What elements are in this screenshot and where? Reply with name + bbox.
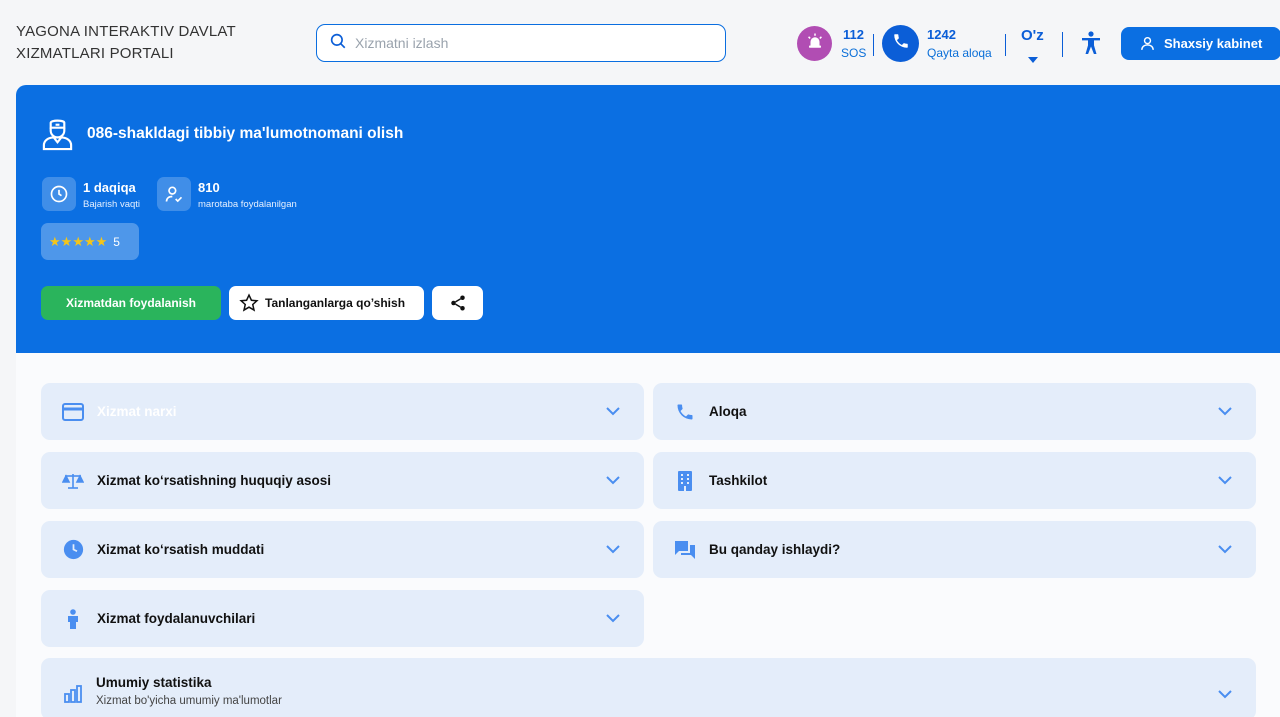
portal-logo[interactable]: YAGONA INTERAKTIV DAVLAT XIZMATLARI PORT… bbox=[16, 21, 236, 65]
star-icon: ★ bbox=[49, 233, 61, 249]
chevron-down-icon[interactable] bbox=[606, 610, 620, 628]
add-to-favorites-button[interactable]: Tanlanganlarga qo’shish bbox=[229, 286, 424, 320]
accordion-label: Xizmat ko‘rsatishning huquqiy asosi bbox=[97, 473, 332, 488]
use-service-button[interactable]: Xizmatdan foydalanish bbox=[41, 286, 221, 320]
caret-down-icon[interactable] bbox=[1028, 50, 1038, 68]
credit-card-icon bbox=[61, 400, 85, 424]
person-icon bbox=[61, 607, 85, 631]
usage-value: 810 bbox=[198, 180, 220, 195]
rating-badge: ★ ★ ★ ★ ★ 5 bbox=[41, 223, 139, 260]
clock-icon bbox=[42, 177, 76, 211]
star-icon: ★ bbox=[83, 233, 96, 249]
phone-icon bbox=[892, 32, 910, 55]
duration-value: 1 daqiqa bbox=[83, 180, 136, 195]
service-hero: 086-shakldagi tibbiy ma'lumotnomani olis… bbox=[16, 85, 1280, 353]
chevron-down-icon[interactable] bbox=[606, 403, 620, 421]
sos-number[interactable]: 112 bbox=[843, 27, 864, 42]
share-icon bbox=[450, 295, 465, 311]
search-icon bbox=[329, 32, 347, 55]
accordion-label: Xizmat ko‘rsatish muddati bbox=[97, 542, 265, 557]
search-bar[interactable] bbox=[316, 24, 726, 62]
callback-number[interactable]: 1242 bbox=[927, 27, 956, 42]
star-icon: ★ bbox=[95, 233, 108, 249]
chevron-down-icon[interactable] bbox=[1218, 541, 1232, 559]
logo-line-1: YAGONA INTERAKTIV DAVLAT bbox=[16, 23, 236, 40]
usage-label: marotaba foydalanilgan bbox=[198, 199, 297, 210]
callback-button[interactable] bbox=[882, 25, 919, 62]
star-icon: ★ bbox=[60, 233, 73, 249]
accordion-label: Xizmat foydalanuvchilari bbox=[97, 611, 256, 626]
clock-icon bbox=[61, 538, 85, 562]
accordion-duration[interactable]: Xizmat ko‘rsatish muddati bbox=[41, 521, 644, 578]
accessibility-icon[interactable] bbox=[1080, 31, 1102, 60]
accordion-label: Bu qanday ishlaydi? bbox=[709, 542, 841, 557]
accordion-label: Xizmat narxi bbox=[97, 404, 177, 419]
cabinet-label: Shaxsiy kabinet bbox=[1164, 36, 1263, 51]
accordion-legal-basis[interactable]: Xizmat ko‘rsatishning huquqiy asosi bbox=[41, 452, 644, 509]
chat-bubbles-icon bbox=[673, 538, 697, 562]
chevron-down-icon[interactable] bbox=[1218, 472, 1232, 490]
user-check-icon bbox=[157, 177, 191, 211]
chevron-down-icon[interactable] bbox=[606, 472, 620, 490]
user-icon bbox=[1141, 36, 1154, 50]
chevron-down-icon[interactable] bbox=[606, 541, 620, 559]
accordion-price[interactable]: Xizmat narxi bbox=[41, 383, 644, 440]
accordion-organization[interactable]: Tashkilot bbox=[653, 452, 1256, 509]
star-outline-icon bbox=[239, 293, 259, 312]
sos-label[interactable]: SOS bbox=[841, 46, 866, 60]
doctor-icon bbox=[40, 116, 75, 156]
accordion-label: Aloqa bbox=[709, 404, 747, 419]
duration-label: Bajarish vaqti bbox=[83, 199, 141, 210]
chevron-down-icon[interactable] bbox=[1218, 686, 1232, 704]
header: YAGONA INTERAKTIV DAVLAT XIZMATLARI PORT… bbox=[0, 0, 1280, 85]
service-title: 086-shakldagi tibbiy ma'lumotnomani olis… bbox=[87, 125, 404, 142]
logo-line-2: XIZMATLARI PORTALI bbox=[16, 45, 174, 62]
building-icon bbox=[673, 469, 697, 493]
statistics-title: Umumiy statistika bbox=[96, 675, 212, 690]
statistics-subtitle: Xizmat bo'yicha umumiy ma'lumotlar bbox=[96, 695, 282, 707]
service-details: Xizmat narxi Aloqa Xizmat ko‘rsatishning… bbox=[16, 353, 1280, 717]
chevron-down-icon[interactable] bbox=[1218, 403, 1232, 421]
accordion-contact[interactable]: Aloqa bbox=[653, 383, 1256, 440]
accordion-how-it-works[interactable]: Bu qanday ishlaydi? bbox=[653, 521, 1256, 578]
language-selector[interactable]: O'z bbox=[1021, 27, 1044, 44]
search-input[interactable] bbox=[355, 35, 695, 51]
accordion-label: Tashkilot bbox=[709, 473, 768, 488]
callback-label[interactable]: Qayta aloqa bbox=[927, 46, 992, 60]
personal-cabinet-button[interactable]: Shaxsiy kabinet bbox=[1121, 27, 1280, 60]
star-icon: ★ bbox=[72, 233, 84, 249]
share-button[interactable] bbox=[432, 286, 483, 320]
bar-chart-icon bbox=[61, 682, 85, 706]
favorites-label: Tanlanganlarga qo’shish bbox=[265, 296, 406, 310]
divider bbox=[1005, 34, 1006, 56]
rating-value: 5 bbox=[113, 234, 120, 249]
accordion-general-statistics[interactable]: Umumiy statistika Xizmat bo'yicha umumiy… bbox=[41, 658, 1256, 717]
accordion-service-users[interactable]: Xizmat foydalanuvchilari bbox=[41, 590, 644, 647]
phone-icon bbox=[673, 400, 697, 424]
scales-icon bbox=[61, 469, 85, 493]
sos-button[interactable] bbox=[797, 26, 832, 61]
alarm-icon bbox=[806, 32, 824, 55]
divider bbox=[873, 34, 874, 56]
divider bbox=[1062, 32, 1063, 57]
